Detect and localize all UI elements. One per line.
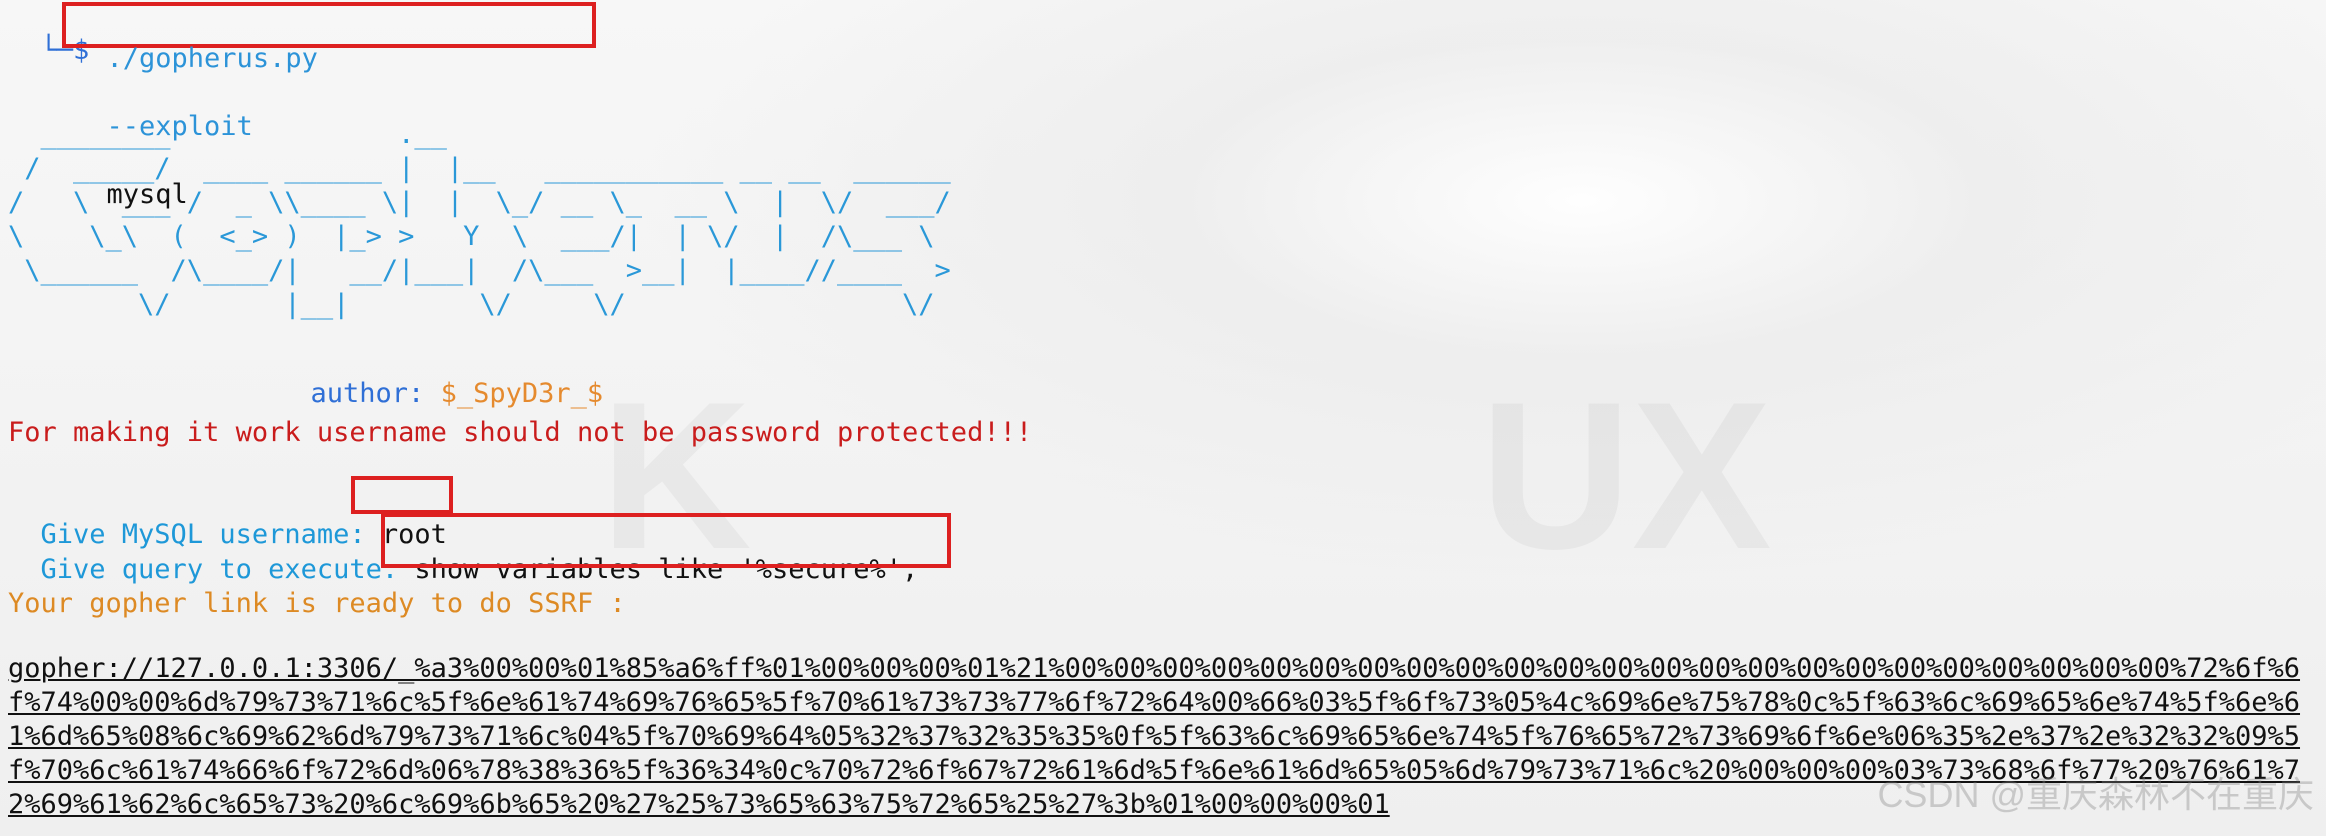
wallpaper-mark-right: UX <box>1480 355 1772 597</box>
ascii-line-5: \______ /\____/| __/|___| /\___ >__| |__… <box>8 255 951 286</box>
gopherus-ascii-logo: ________ .__ / _____/ ____ ______ | |__ … <box>8 118 951 322</box>
csdn-watermark: CSDN @重庆森林不在重庆 <box>1877 774 2314 815</box>
author-label: author: <box>310 378 441 409</box>
ready-status: Your gopher link is ready to do SSRF : <box>8 588 626 619</box>
username-highlight-box <box>351 476 453 514</box>
command-path: ./gopherus.py <box>106 43 318 74</box>
query-highlight-box <box>381 513 951 568</box>
ascii-line-1: ________ .__ <box>8 119 447 150</box>
ascii-line-6: \/ |__| \/ \/ \/ <box>8 289 935 320</box>
warning-text: For making it work username should not b… <box>8 417 1033 448</box>
ascii-line-4: \ \_\ ( <_> ) |_> > Y \ ___/| | \/ | /\_… <box>8 221 935 252</box>
author-value: $_SpyD3r_$ <box>440 378 604 409</box>
ascii-line-2: / _____/ ____ ______ | |__ ___________ _… <box>8 153 951 184</box>
ascii-line-3: / \ ___ / _ \\____ \| | \_/ __ \_ __ \ |… <box>8 187 951 218</box>
query-prompt: Give query to execute: <box>40 554 415 585</box>
author-line: author: $_SpyD3r_$ <box>278 343 604 411</box>
